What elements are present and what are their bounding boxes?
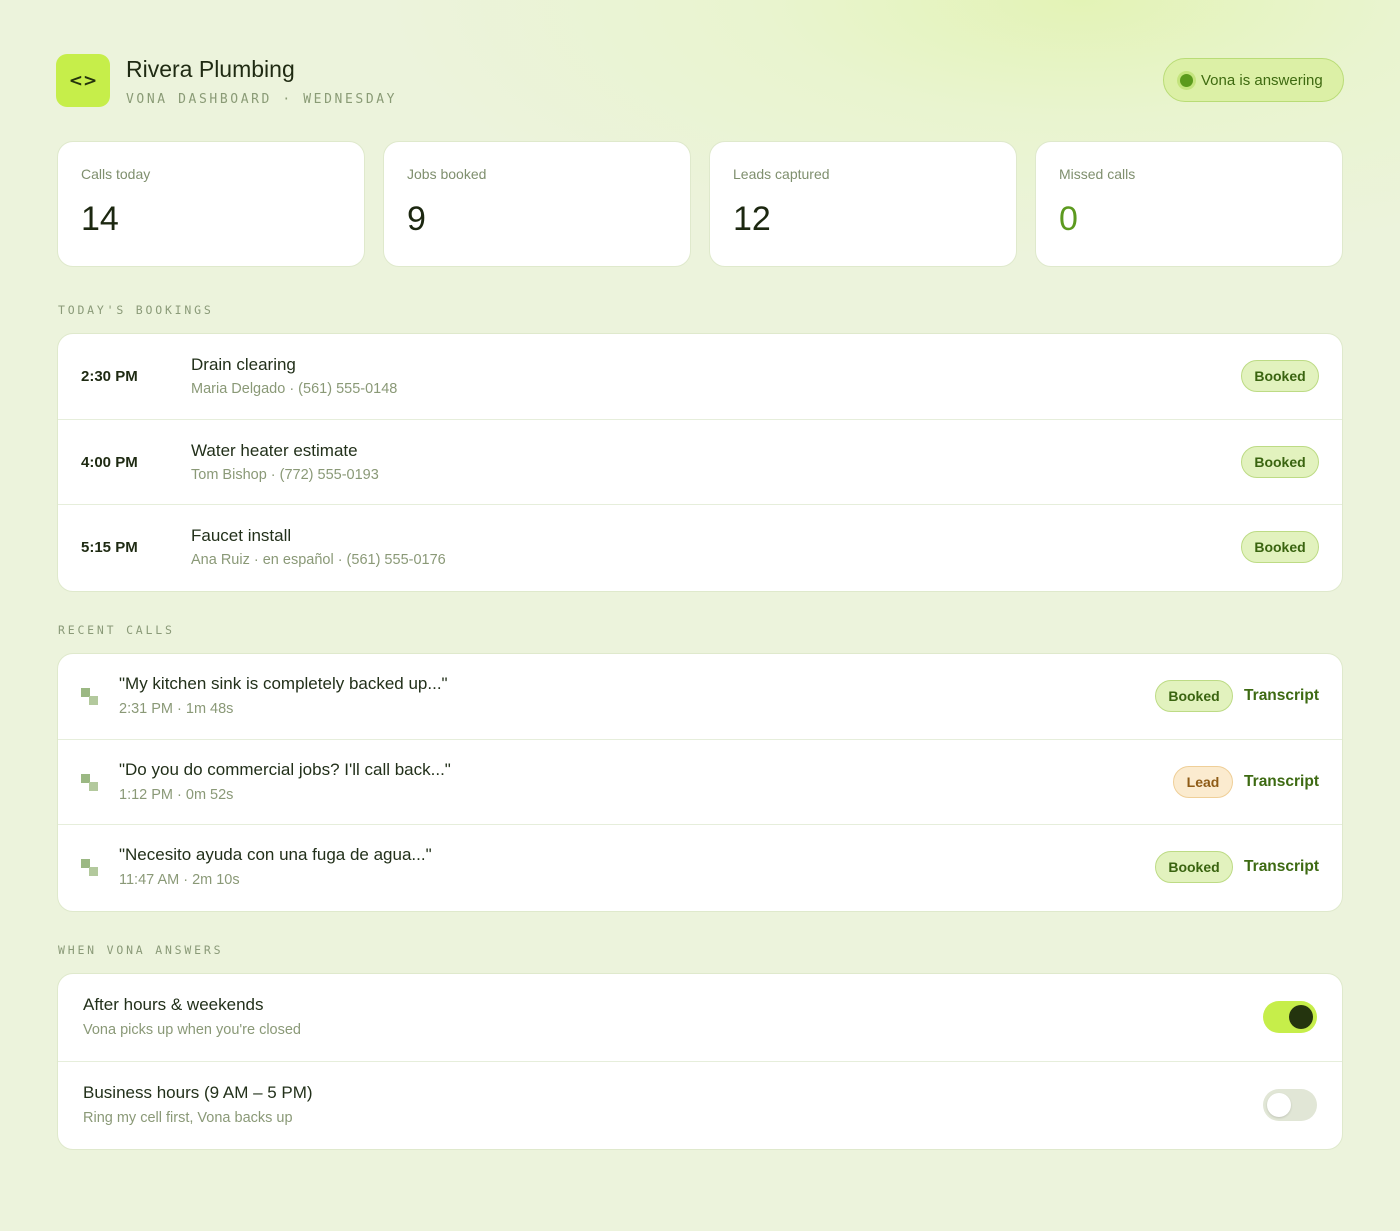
booking-title: Water heater estimate [191, 440, 358, 460]
booked-badge: Booked [1155, 851, 1233, 883]
booking-detail: Maria Delgado · (561) 555-0148 [191, 381, 398, 397]
toggle-knob [1289, 1005, 1313, 1029]
call-meta: 1:12 PM · 0m 52s [119, 786, 234, 803]
stat-label: Leads captured [733, 166, 830, 182]
stat-card-missed-calls: Missed calls 0 [1035, 141, 1343, 267]
setting-title: After hours & weekends [83, 995, 264, 1014]
booking-row[interactable]: 5:15 PM Faucet install Ana Ruiz · en esp… [58, 505, 1342, 591]
booking-time: 2:30 PM [81, 368, 138, 385]
booked-badge: Booked [1241, 531, 1319, 563]
after-hours-toggle[interactable] [1263, 1001, 1317, 1033]
status-label: Vona is answering [1201, 71, 1323, 89]
stat-card-jobs-booked: Jobs booked 9 [383, 141, 691, 267]
answer-settings-section-label: WHEN VONA ANSWERS [58, 943, 224, 957]
business-hours-toggle[interactable] [1263, 1088, 1317, 1121]
stat-label: Missed calls [1059, 166, 1136, 182]
transcript-link[interactable]: Transcript [1244, 687, 1319, 705]
booking-time: 4:00 PM [81, 453, 138, 471]
booking-row[interactable]: 4:00 PM Water heater estimate Tom Bishop… [58, 420, 1342, 505]
call-row[interactable]: "My kitchen sink is completely backed up… [58, 654, 1342, 740]
stat-value: 14 [81, 200, 119, 238]
setting-row-business-hours: Business hours (9 AM – 5 PM) Ring my cel… [58, 1062, 1342, 1150]
stat-value: 0 [1059, 200, 1078, 238]
waveform-icon [81, 859, 101, 879]
booking-detail: Ana Ruiz · en español · (561) 555-0176 [191, 552, 446, 568]
stat-card-leads-captured: Leads captured 12 [709, 141, 1017, 267]
bookings-panel: 2:30 PM Drain clearing Maria Delgado · (… [57, 333, 1343, 592]
call-row[interactable]: "Necesito ayuda con una fuga de agua..."… [58, 825, 1342, 911]
booked-badge: Booked [1241, 360, 1319, 392]
dashboard-subtitle: VONA DASHBOARD · WEDNESDAY [126, 92, 398, 107]
booking-title: Faucet install [191, 526, 292, 545]
setting-description: Ring my cell first, Vona backs up [83, 1109, 293, 1126]
answering-status-badge[interactable]: Vona is answering [1163, 58, 1344, 102]
booked-badge: Booked [1241, 445, 1319, 478]
booking-row[interactable]: 2:30 PM Drain clearing Maria Delgado · (… [58, 334, 1342, 420]
toggle-knob [1267, 1092, 1291, 1117]
business-name: Rivera Plumbing [126, 56, 295, 82]
answer-settings-panel: After hours & weekends Vona picks up whe… [57, 973, 1343, 1150]
call-meta: 11:47 AM · 2m 10s [119, 872, 240, 888]
setting-description: Vona picks up when you're closed [83, 1022, 301, 1038]
setting-title: Business hours (9 AM – 5 PM) [83, 1082, 313, 1102]
stat-label: Jobs booked [407, 166, 487, 182]
logo-icon: <> [56, 54, 110, 107]
waveform-icon [81, 773, 101, 794]
transcript-link[interactable]: Transcript [1244, 773, 1319, 791]
setting-row-after-hours: After hours & weekends Vona picks up whe… [58, 974, 1342, 1062]
recent-calls-panel: "My kitchen sink is completely backed up… [57, 653, 1343, 912]
booking-detail: Tom Bishop · (772) 555-0193 [191, 466, 379, 483]
stat-value: 9 [407, 200, 426, 238]
waveform-icon [81, 688, 101, 708]
lead-badge: Lead [1173, 765, 1233, 798]
call-quote: "Do you do commercial jobs? I'll call ba… [119, 759, 451, 779]
call-quote: "My kitchen sink is completely backed up… [119, 674, 448, 693]
stat-card-calls-today: Calls today 14 [57, 141, 365, 267]
call-quote: "Necesito ayuda con una fuga de agua..." [119, 845, 432, 864]
stat-label: Calls today [81, 166, 151, 182]
booking-title: Drain clearing [191, 355, 296, 374]
call-row[interactable]: "Do you do commercial jobs? I'll call ba… [58, 740, 1342, 825]
status-dot-icon [1180, 73, 1193, 87]
booking-time: 5:15 PM [81, 539, 138, 556]
stat-value: 12 [733, 200, 771, 238]
recent-calls-section-label: RECENT CALLS [58, 623, 175, 637]
transcript-link[interactable]: Transcript [1244, 858, 1319, 876]
call-meta: 2:31 PM · 1m 48s [119, 701, 234, 717]
booked-badge: Booked [1155, 680, 1233, 712]
bookings-section-label: TODAY'S BOOKINGS [58, 303, 214, 317]
